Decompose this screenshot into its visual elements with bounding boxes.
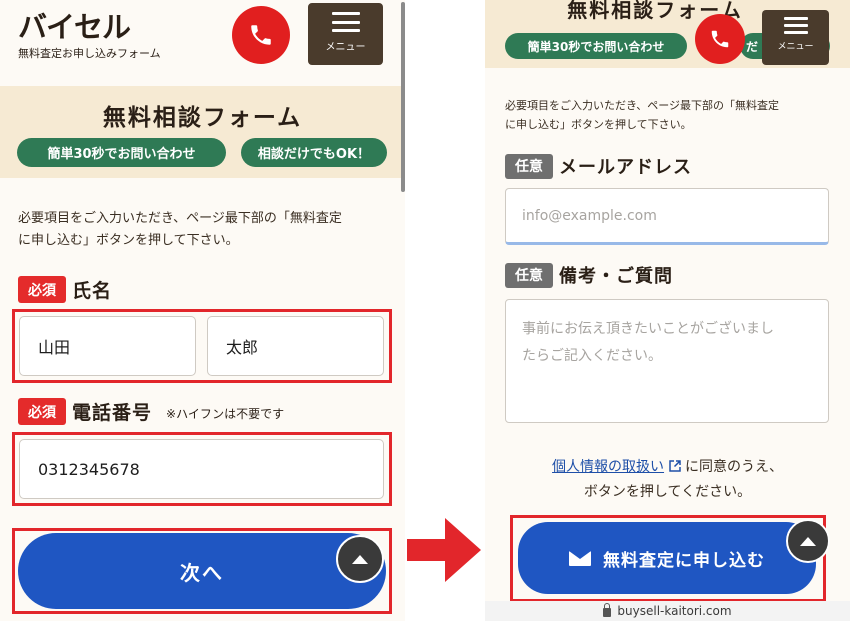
arrow-right-icon: [407, 518, 481, 582]
email-field-label: 任意 メールアドレス: [505, 153, 692, 179]
phone-input[interactable]: 0312345678: [19, 439, 384, 499]
name-label: 氏名: [72, 280, 113, 302]
phone-icon: [251, 25, 271, 45]
optional-badge: 任意: [505, 262, 553, 288]
form-title: 無料相談フォーム: [102, 105, 303, 131]
left-screen: バイセル 無料査定お申し込みフォーム メニュー 無料相談フォーム 簡単30秒でお…: [0, 0, 405, 621]
intro-line: 必要項目をご入力いただき、ページ最下部の「無料査定: [505, 99, 780, 112]
consent-text: 個人情報の取扱い に同意のうえ、 ボタンを押してください。: [485, 455, 850, 505]
consult-only-pill: 相談だけでもOK！: [241, 138, 387, 167]
notes-placeholder-line: たらご記入ください。: [522, 348, 662, 364]
menu-icon: [331, 12, 360, 32]
form-banner: 無料相談フォーム 簡単30秒でお問い合わせ だ メニュー: [485, 0, 850, 68]
name-field-label: 必須 氏名: [18, 276, 112, 303]
email-label: メールアドレス: [559, 157, 692, 178]
lock-icon: [603, 602, 612, 617]
notes-label: 備考・ご質問: [559, 266, 673, 287]
menu-label: メニュー: [777, 42, 814, 52]
intro-line: 必要項目をご入力いただき、ページ最下部の「無料査定: [18, 211, 342, 226]
privacy-policy-link[interactable]: 個人情報の取扱い: [552, 459, 664, 475]
optional-badge: 任意: [505, 153, 553, 179]
form-intro: 必要項目をご入力いただき、ページ最下部の「無料査定 に申し込む」ボタンを押して下…: [505, 96, 779, 134]
intro-line: に申し込む」ボタンを押して下さい。: [505, 118, 692, 131]
transition-arrow: [405, 510, 485, 590]
comparison-stage: バイセル 無料査定お申し込みフォーム メニュー 無料相談フォーム 簡単30秒でお…: [0, 0, 850, 621]
site-logo[interactable]: バイセル: [18, 4, 131, 46]
mail-icon: [569, 550, 591, 566]
required-badge: 必須: [18, 398, 66, 425]
scroll-top-icon: [352, 554, 368, 564]
scroll-top-button[interactable]: [336, 535, 384, 583]
menu-button[interactable]: メニュー: [308, 3, 383, 65]
consent-tail: に同意のうえ、: [684, 459, 783, 475]
url-text: buysell-kaitori.com: [617, 604, 732, 618]
hyphen-note: ※ハイフンは不要です: [166, 407, 285, 421]
required-badge: 必須: [18, 276, 66, 303]
right-screen: 無料相談フォーム 簡単30秒でお問い合わせ だ メニュー 必要項目をご入力いただ…: [485, 0, 850, 621]
form-intro: 必要項目をご入力いただき、ページ最下部の「無料査定 に申し込む」ボタンを押して下…: [18, 208, 342, 252]
external-link-icon: [668, 460, 681, 472]
email-input[interactable]: info@example.com: [505, 188, 829, 245]
consent-line2: ボタンを押してください。: [583, 484, 752, 500]
phone-call-button[interactable]: [695, 14, 745, 64]
menu-icon: [783, 17, 808, 34]
menu-label: メニュー: [325, 42, 366, 53]
intro-line: に申し込む」ボタンを押して下さい。: [18, 233, 239, 248]
quick-inquiry-pill: 簡単30秒でお問い合わせ: [505, 33, 687, 59]
notes-textarea[interactable]: 事前にお伝え頂きたいことがございまし たらご記入ください。: [505, 299, 829, 423]
submit-button[interactable]: 無料査定に申し込む: [518, 522, 816, 594]
phone-icon: [711, 30, 729, 48]
notes-placeholder-line: 事前にお伝え頂きたいことがございまし: [522, 321, 774, 337]
next-button[interactable]: 次へ: [18, 533, 386, 609]
browser-url-bar[interactable]: buysell-kaitori.com: [485, 601, 850, 621]
phone-field-label: 必須 電話番号 ※ハイフンは不要です: [18, 398, 284, 425]
menu-button[interactable]: メニュー: [762, 10, 829, 65]
quick-inquiry-pill: 簡単30秒でお問い合わせ: [17, 138, 226, 167]
submit-label: 無料査定に申し込む: [603, 550, 765, 571]
logo-subtitle: 無料査定お申し込みフォーム: [18, 47, 161, 60]
scroll-top-icon: [800, 536, 816, 546]
first-name-input[interactable]: 太郎: [207, 316, 384, 376]
form-banner: 無料相談フォーム 簡単30秒でお問い合わせ 相談だけでもOK！: [0, 86, 405, 178]
scroll-top-button[interactable]: [786, 519, 830, 563]
site-header: バイセル 無料査定お申し込みフォーム メニュー: [0, 0, 405, 86]
phone-label: 電話番号: [72, 402, 153, 424]
notes-field-label: 任意 備考・ご質問: [505, 262, 673, 288]
scrollbar[interactable]: [401, 2, 405, 192]
phone-call-button[interactable]: [232, 6, 290, 64]
last-name-input[interactable]: 山田: [19, 316, 196, 376]
